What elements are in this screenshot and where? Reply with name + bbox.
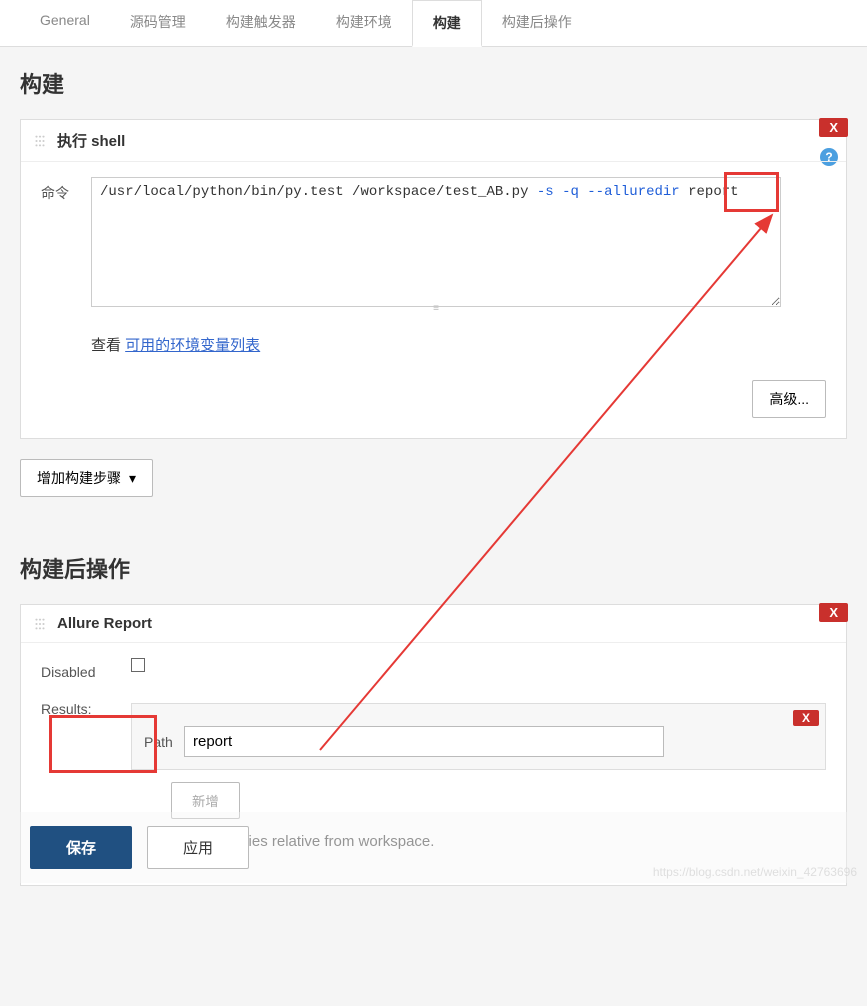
add-build-step-button[interactable]: 增加构建步骤 ▾ [20,459,153,497]
drag-handle-icon[interactable] [33,134,47,148]
tab-build[interactable]: 构建 [412,0,482,47]
tab-triggers[interactable]: 构建触发器 [206,0,316,46]
tab-scm[interactable]: 源码管理 [110,0,206,46]
shell-command-input[interactable]: /usr/local/python/bin/py.test /workspace… [91,177,781,307]
shell-step-block: X ? 执行 shell 命令 /usr/local/python/bin/py… [20,119,847,439]
results-remove-button[interactable]: X [793,710,819,726]
disabled-label: Disabled [41,658,131,680]
build-section-title: 构建 [20,67,847,99]
advanced-button[interactable]: 高级... [752,380,826,418]
path-input[interactable] [184,726,664,757]
results-block: X Path [131,703,826,770]
apply-button[interactable]: 应用 [147,826,249,869]
save-button[interactable]: 保存 [30,826,132,869]
env-vars-link[interactable]: 可用的环境变量列表 [125,337,260,354]
drag-handle-icon[interactable] [33,617,47,631]
see-label: 查看 [91,337,125,354]
disabled-checkbox[interactable] [131,658,145,672]
tab-env[interactable]: 构建环境 [316,0,412,46]
shell-step-title: 执行 shell [57,130,125,151]
postbuild-section-title: 构建后操作 [20,552,847,584]
results-label: Results: [41,695,131,717]
tab-postbuild[interactable]: 构建后操作 [482,0,592,46]
command-label: 命令 [41,177,91,203]
path-label: Path [144,734,184,750]
watermark: https://blog.csdn.net/weixin_42763696 [653,865,857,879]
tab-general[interactable]: General [20,0,110,46]
allure-step-title: Allure Report [57,615,152,632]
chevron-down-icon: ▾ [129,470,136,487]
textarea-resize-grip[interactable]: ≡ [91,303,781,314]
